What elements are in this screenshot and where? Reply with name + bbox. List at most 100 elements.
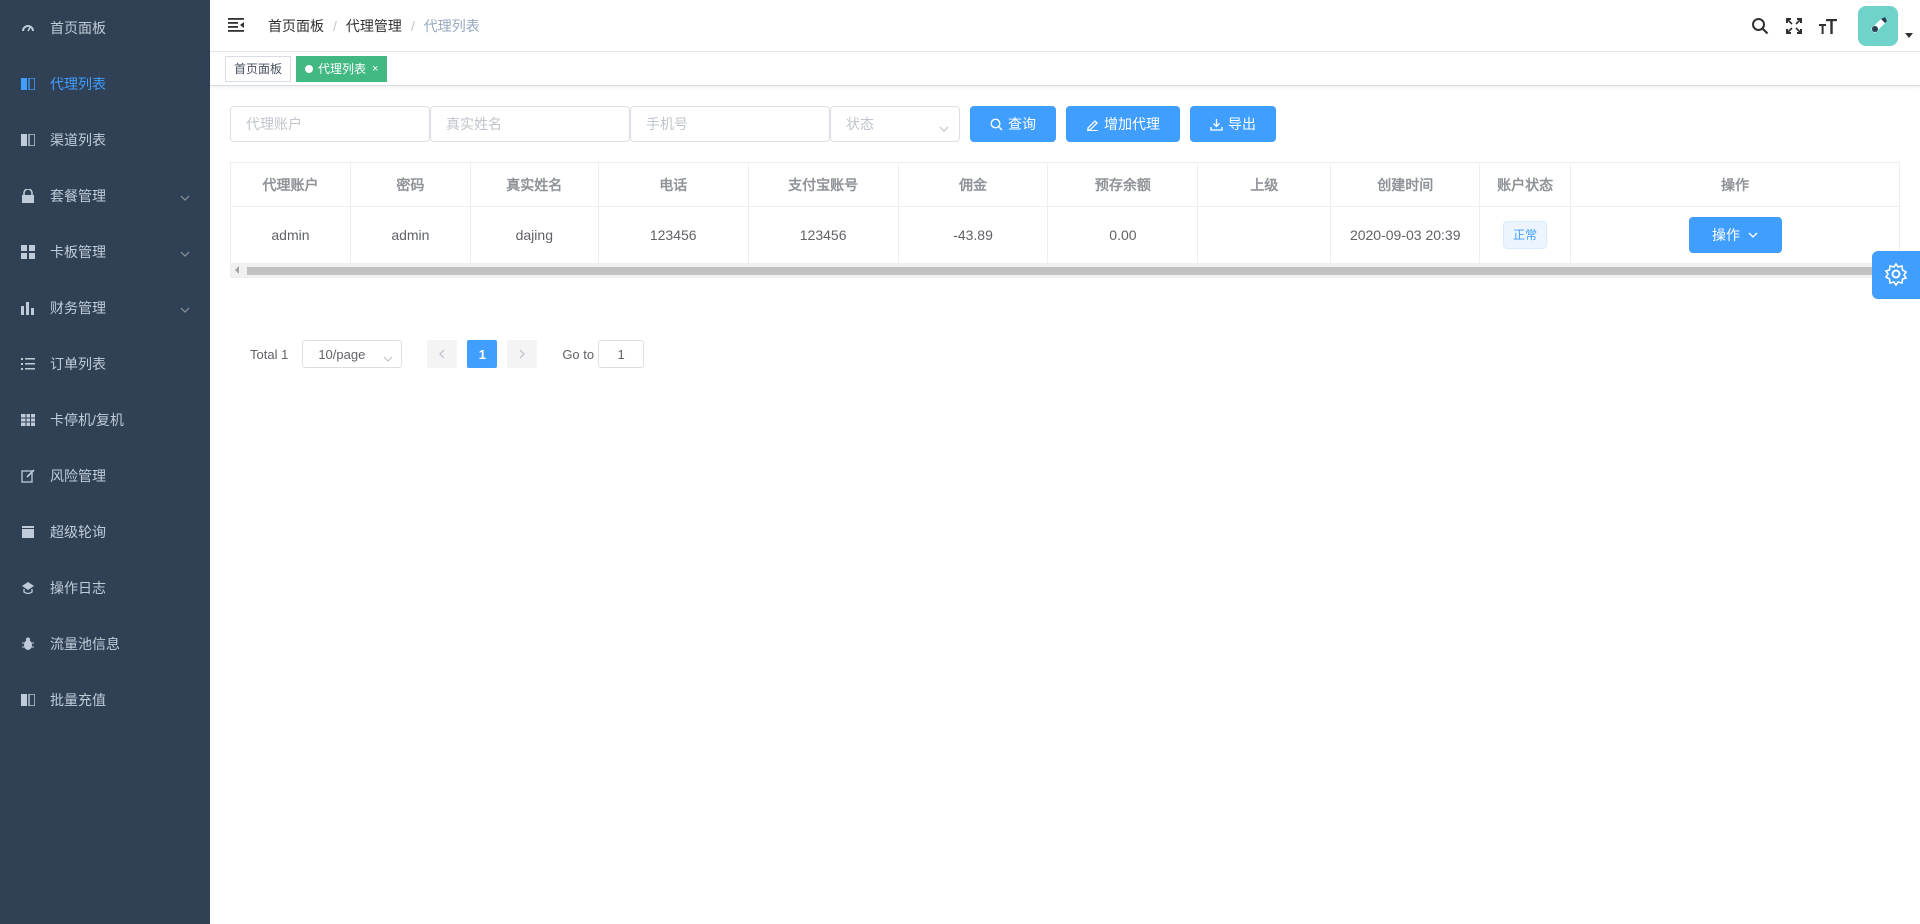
sidebar-item-label: 批量充值: [50, 692, 106, 708]
next-page-button[interactable]: [507, 340, 538, 368]
status-badge: 正常: [1503, 221, 1548, 249]
sidebar-item-package-mgmt[interactable]: 套餐管理: [0, 168, 210, 224]
cell-status: 正常: [1479, 206, 1572, 264]
search-icon: [990, 117, 1003, 131]
caret-down-icon[interactable]: [1898, 15, 1920, 38]
goto-page-input[interactable]: 1: [598, 340, 645, 368]
bug-icon: [20, 636, 36, 652]
sidebar-item-operation-log[interactable]: 操作日志: [0, 560, 210, 616]
hamburger-icon[interactable]: [228, 17, 244, 34]
sidebar-item-channel-list[interactable]: 渠道列表: [0, 112, 210, 168]
cell-password: admin: [349, 206, 471, 264]
tag-agent-list[interactable]: 代理列表 ×: [296, 55, 388, 82]
cell-balance: 0.00: [1047, 206, 1199, 264]
query-button-label: 查询: [1008, 116, 1036, 132]
sidebar-item-label: 订单列表: [50, 356, 106, 372]
phone-input[interactable]: [630, 106, 830, 142]
sidebar-item-label: 代理列表: [50, 76, 106, 92]
fullscreen-icon[interactable]: [1784, 16, 1804, 36]
sidebar-item-super-polling[interactable]: 超级轮询: [0, 504, 210, 560]
active-dot-icon: [305, 64, 314, 73]
cell-account: admin: [230, 206, 351, 264]
guide-icon: [20, 580, 36, 596]
cell-phone: 123456: [597, 206, 749, 264]
tag-label: 首页面板: [234, 61, 283, 76]
status-select-placeholder: 状态: [846, 116, 874, 132]
real-name-input[interactable]: [430, 106, 630, 142]
clapper-icon: [20, 524, 36, 540]
breadcrumb-item[interactable]: 代理管理: [346, 16, 402, 36]
column-header: 电话: [597, 162, 749, 207]
chevron-down-icon: [1748, 232, 1758, 238]
chevron-down-icon: [180, 300, 190, 316]
scrollbar-thumb[interactable]: [247, 267, 1899, 275]
column-header: 预存余额: [1047, 162, 1199, 207]
add-agent-button-label: 增加代理: [1104, 116, 1160, 132]
sidebar-item-label: 首页面板: [50, 20, 106, 36]
action-dropdown-button[interactable]: 操作: [1688, 217, 1782, 253]
prev-page-button[interactable]: [427, 340, 458, 368]
column-header: 真实姓名: [469, 162, 599, 207]
tags-view: 首页面板 代理列表 ×: [210, 52, 1920, 86]
sidebar-item-dashboard[interactable]: 首页面板: [0, 0, 210, 56]
breadcrumb-separator: /: [410, 17, 415, 34]
font-size-icon[interactable]: [1818, 16, 1838, 36]
search-icon[interactable]: [1750, 16, 1770, 36]
export-button[interactable]: 导出: [1190, 106, 1276, 142]
column-header: 上级: [1197, 162, 1332, 207]
cell-commission: -43.89: [897, 206, 1049, 264]
column-header: 代理账户: [230, 162, 351, 207]
chevron-down-icon: [383, 350, 393, 365]
close-icon[interactable]: ×: [372, 57, 378, 81]
sidebar-item-risk-mgmt[interactable]: 风险管理: [0, 448, 210, 504]
sidebar-item-finance-mgmt[interactable]: 财务管理: [0, 280, 210, 336]
sidebar-item-card-board-mgmt[interactable]: 卡板管理: [0, 224, 210, 280]
agent-account-input[interactable]: [230, 106, 430, 142]
query-button[interactable]: 查询: [970, 106, 1056, 142]
sidebar-item-label: 卡停机/复机: [50, 412, 124, 428]
book-icon: [20, 692, 36, 708]
breadcrumb-item[interactable]: 首页面板: [268, 16, 324, 36]
breadcrumb-separator: /: [333, 17, 337, 34]
sidebar-item-label: 流量池信息: [50, 636, 120, 652]
chevron-down-icon: [180, 244, 190, 260]
column-header: 支付宝账号: [747, 162, 899, 207]
content: 状态 查询 增加代理 导出 代理账户: [210, 86, 1920, 368]
book-icon: [20, 76, 36, 92]
sidebar-item-label: 超级轮询: [50, 524, 106, 540]
sidebar-item-order-list[interactable]: 订单列表: [0, 336, 210, 392]
sidebar-item-agent-list[interactable]: 代理列表: [0, 56, 210, 112]
add-agent-button[interactable]: 增加代理: [1066, 106, 1180, 142]
main-area: 首页面板 / 代理管理 / 代理列表 首页面板 代理列表 × 状态: [210, 0, 1920, 924]
status-select[interactable]: 状态: [830, 106, 960, 142]
sidebar-item-card-suspend[interactable]: 卡停机/复机: [0, 392, 210, 448]
column-header: 账户状态: [1479, 162, 1572, 207]
sidebar-item-batch-recharge[interactable]: 批量充值: [0, 672, 210, 728]
page-size-select[interactable]: 10/page: [302, 340, 403, 368]
dashboard-icon: [20, 20, 36, 36]
chevron-down-icon: [180, 188, 190, 204]
pagination: Total 1 10/page 1 Go to 1: [230, 340, 1900, 368]
cell-parent: [1197, 206, 1332, 264]
settings-button[interactable]: [1872, 251, 1920, 299]
pagination-total: Total 1: [250, 346, 289, 362]
table-row: admin admin dajing 123456 123456 -43.89 …: [230, 206, 1900, 264]
chevron-down-icon: [939, 119, 949, 135]
column-header: 创建时间: [1330, 162, 1481, 207]
column-header: 佣金: [897, 162, 1049, 207]
cell-alipay: 123456: [747, 206, 899, 264]
sidebar-item-label: 套餐管理: [50, 188, 106, 204]
page-number-current[interactable]: 1: [467, 340, 498, 368]
list-icon: [20, 356, 36, 372]
horizontal-scrollbar[interactable]: [230, 264, 1900, 278]
lock-icon: [20, 188, 36, 204]
tag-dashboard[interactable]: 首页面板: [225, 55, 292, 82]
scroll-left-arrow-icon[interactable]: [235, 266, 239, 274]
table-icon: [20, 412, 36, 428]
tag-label: 代理列表: [318, 61, 367, 76]
avatar[interactable]: [1858, 6, 1898, 46]
sidebar-item-label: 风险管理: [50, 468, 106, 484]
sidebar-item-traffic-pool[interactable]: 流量池信息: [0, 616, 210, 672]
action-button-label: 操作: [1712, 227, 1741, 243]
sidebar-item-label: 渠道列表: [50, 132, 106, 148]
